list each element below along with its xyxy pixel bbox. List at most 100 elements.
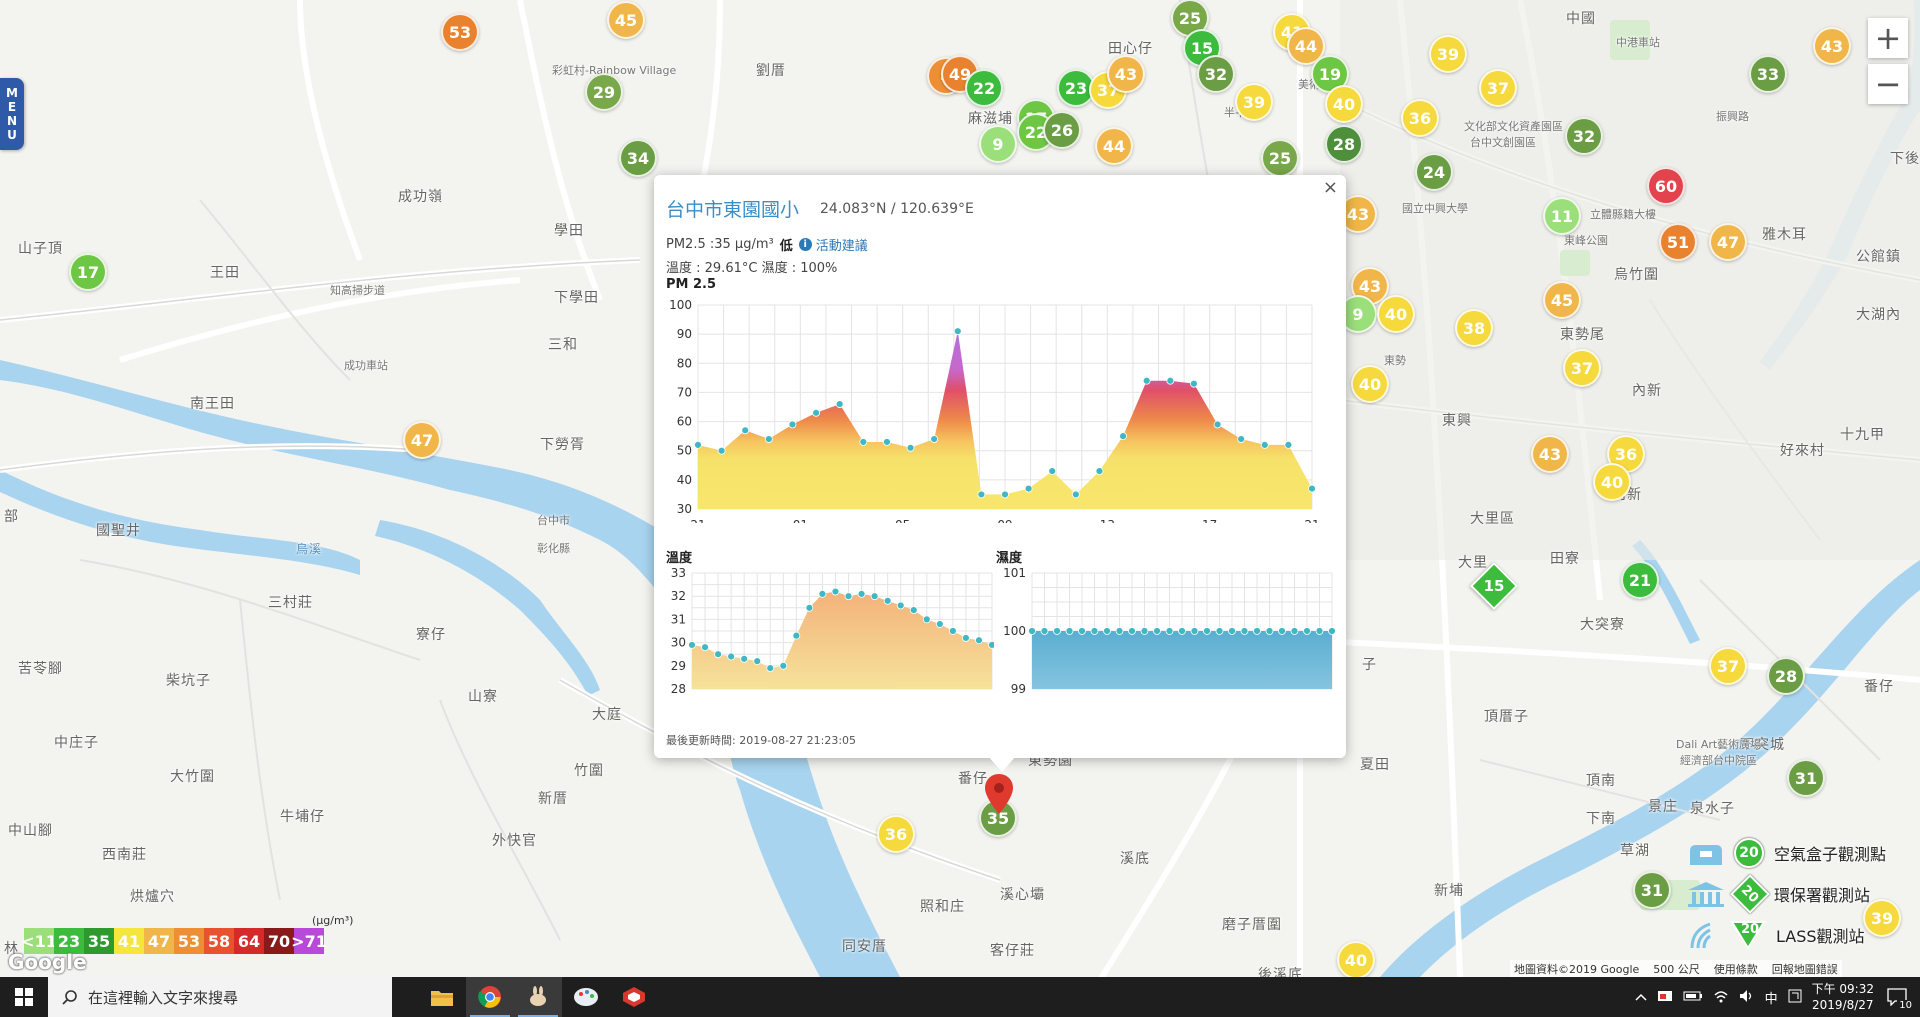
data-point	[1308, 484, 1316, 493]
scale-cell: 53	[174, 928, 204, 954]
taskbar-clock[interactable]: 下午 09:32 2019/8/27	[1812, 981, 1874, 1013]
place-label: 同安厝	[842, 939, 887, 955]
legend-label-epa: 環保署觀測站	[1774, 886, 1871, 905]
place-label: 夏田	[1360, 757, 1390, 773]
notification-center-button[interactable]: 10	[1884, 985, 1914, 1011]
place-label: 草湖	[1620, 843, 1650, 859]
station-marker[interactable]: 51	[1659, 223, 1697, 261]
battery-icon[interactable]	[1683, 990, 1703, 1005]
data-point	[1253, 627, 1261, 635]
menu-letter: E	[7, 100, 17, 114]
station-marker[interactable]: 28	[1767, 657, 1805, 695]
data-point	[1178, 627, 1186, 635]
data-point	[844, 592, 853, 601]
station-marker[interactable]: 44	[1095, 127, 1133, 165]
taskbar-search-box[interactable]: 在這裡輸入文字來搜尋	[48, 977, 392, 1017]
station-marker[interactable]: 21	[1621, 561, 1659, 599]
station-marker[interactable]: 36	[877, 815, 915, 853]
security-icon[interactable]	[1657, 989, 1673, 1006]
place-label: 烏溪	[296, 542, 323, 556]
scale-cell: >71	[291, 928, 327, 954]
start-button[interactable]	[0, 977, 48, 1017]
place-label: 經濟部台中院區	[1680, 754, 1757, 767]
menu-tab-button[interactable]: M E N U	[0, 78, 24, 150]
volume-icon[interactable]	[1739, 989, 1755, 1006]
station-marker[interactable]: 22	[965, 69, 1003, 107]
taskbar-app-sketchup[interactable]	[610, 977, 658, 1017]
legend-badge: 20	[1730, 874, 1770, 914]
station-marker[interactable]: 60	[1647, 167, 1685, 205]
station-marker[interactable]: 39	[1235, 83, 1273, 121]
data-point	[1260, 440, 1269, 449]
report-error-link[interactable]: 回報地圖錯誤	[1772, 961, 1838, 977]
station-marker[interactable]: 38	[1455, 309, 1493, 347]
station-marker[interactable]: 43	[1531, 435, 1569, 473]
place-label: 大庭	[592, 707, 622, 723]
taskbar-file-explorer[interactable]	[418, 977, 466, 1017]
sketchup-icon	[623, 987, 645, 1007]
data-point	[1215, 627, 1224, 635]
station-marker[interactable]: 40	[1337, 941, 1375, 977]
place-label: 東勢尾	[1560, 327, 1605, 343]
station-marker[interactable]: 26	[1043, 111, 1081, 149]
station-marker[interactable]: 47	[403, 421, 441, 459]
station-marker[interactable]: 24	[1415, 153, 1453, 191]
popup-close-button[interactable]: ×	[1323, 177, 1338, 198]
station-marker[interactable]: 40	[1325, 85, 1363, 123]
ime-mode-icon[interactable]	[1788, 989, 1802, 1006]
taskbar-app-rabbit[interactable]	[514, 977, 562, 1017]
station-marker[interactable]: 11	[1543, 197, 1581, 235]
data-point	[1053, 627, 1061, 635]
wifi-icon[interactable]	[1713, 989, 1729, 1006]
legend-badge: 20	[1740, 922, 1760, 937]
station-marker[interactable]: 32	[1197, 55, 1235, 93]
place-label: Dali Art藝術廣場	[1676, 738, 1762, 751]
station-marker[interactable]: 9	[979, 125, 1017, 163]
station-marker[interactable]: 37	[1709, 647, 1747, 685]
place-label: 溪心壩	[1000, 887, 1045, 903]
info-icon: i	[798, 238, 812, 251]
station-marker[interactable]: 31	[1633, 871, 1671, 909]
station-marker[interactable]: 40	[1377, 295, 1415, 333]
station-marker[interactable]: 47	[1709, 223, 1747, 261]
data-point	[835, 400, 844, 408]
selected-location-pin-icon[interactable]	[985, 774, 1013, 814]
activity-advice-link[interactable]: i 活動建議	[798, 235, 868, 254]
place-label: 子	[1362, 657, 1377, 673]
station-marker[interactable]: 17	[69, 253, 107, 291]
place-label: 中國	[1566, 11, 1596, 27]
data-point	[831, 587, 840, 596]
station-marker[interactable]: 37	[1563, 349, 1601, 387]
station-marker[interactable]: 53	[441, 13, 479, 51]
data-point	[741, 426, 750, 435]
ime-indicator[interactable]: 中	[1765, 988, 1778, 1007]
y-tick-label: 33	[671, 566, 686, 580]
station-marker[interactable]: 32	[1565, 117, 1603, 155]
taskbar-chrome[interactable]	[466, 977, 514, 1017]
zoom-out-button[interactable]: −	[1868, 64, 1908, 104]
data-point	[1303, 627, 1311, 635]
place-label: 大竹圍	[170, 769, 215, 785]
station-marker[interactable]: 43	[1107, 55, 1145, 93]
data-point	[1278, 627, 1286, 635]
taskbar-app-paint[interactable]	[562, 977, 610, 1017]
station-marker[interactable]: 39	[1429, 35, 1467, 73]
tray-expand-icon[interactable]	[1635, 990, 1647, 1004]
zoom-in-button[interactable]: +	[1868, 18, 1908, 58]
station-marker[interactable]: 45	[607, 1, 645, 39]
station-marker[interactable]: 40	[1593, 463, 1631, 501]
station-marker[interactable]: 37	[1479, 69, 1517, 107]
place-label: 苦苓腳	[18, 661, 63, 677]
station-marker[interactable]: 29	[585, 73, 623, 111]
station-marker[interactable]: 40	[1351, 365, 1389, 403]
station-marker[interactable]: 25	[1261, 139, 1299, 177]
station-marker[interactable]: 28	[1325, 125, 1363, 163]
station-marker[interactable]: 33	[1749, 55, 1787, 93]
station-marker[interactable]: 34	[619, 139, 657, 177]
station-marker[interactable]: 31	[1787, 759, 1825, 797]
station-marker[interactable]: 36	[1401, 99, 1439, 137]
station-marker[interactable]: 43	[1813, 27, 1851, 65]
station-marker[interactable]: 45	[1543, 281, 1581, 319]
terms-link[interactable]: 使用條款	[1714, 961, 1758, 977]
data-point	[975, 636, 983, 645]
